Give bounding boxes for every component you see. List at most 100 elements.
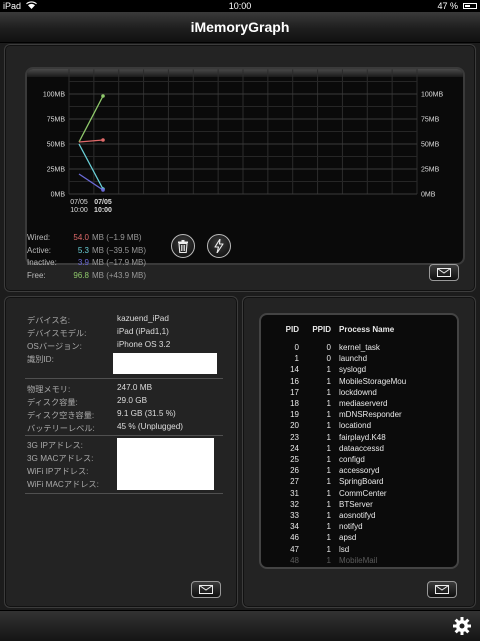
series-point: [101, 94, 105, 98]
process-name-cell: MobileMail: [339, 555, 378, 565]
process-name-cell: configd: [339, 455, 365, 464]
memory-value: 3.9: [77, 258, 89, 267]
device-model-value: iPad (iPad1,1): [117, 327, 169, 336]
redacted-addresses: [117, 438, 214, 490]
disk-capacity-label: ディスク容量:: [27, 398, 78, 407]
battery-level-label: バッテリーレベル:: [27, 424, 95, 433]
divider: [25, 378, 223, 379]
redacted-identifier: [113, 353, 217, 374]
y-tick-label-right: 100MB: [421, 92, 444, 99]
pid-cell: 18: [290, 399, 299, 408]
memory-row-active: Active: 5.3 MB (−39.5 MB): [27, 245, 146, 258]
disk-capacity-value: 29.0 GB: [117, 396, 148, 405]
y-tick-label-right: 75MB: [421, 117, 440, 124]
ppid-cell: 1: [326, 544, 331, 554]
ppid-cell: 0: [326, 343, 331, 352]
process-name-cell: apsd: [339, 533, 357, 543]
process-name-cell: SpringBoard: [339, 477, 384, 487]
process-name-cell: CommCenter: [339, 488, 387, 498]
memory-delta: MB (+43.9 MB): [92, 270, 147, 280]
pid-cell: 32: [290, 499, 299, 509]
x-tick-time: 10:00: [70, 207, 88, 214]
email-button[interactable]: [191, 581, 221, 598]
ppid-cell: 1: [326, 555, 331, 565]
ppid-cell: 1: [326, 399, 331, 408]
y-tick-label-right: 0MB: [421, 192, 436, 199]
memory-row-wired: Wired: 54.0 MB (−1.9 MB): [27, 232, 146, 245]
pid-cell: 0: [294, 343, 299, 352]
envelope-icon: [437, 268, 451, 277]
process-name-cell: lsd: [339, 544, 350, 554]
divider: [25, 435, 223, 436]
email-button[interactable]: [427, 581, 457, 598]
memory-delta: MB (−39.5 MB): [92, 245, 147, 255]
process-name-cell: kernel_task: [339, 343, 380, 352]
process-name-header: Process Name: [339, 325, 395, 334]
pid-cell: 25: [290, 455, 299, 464]
process-name-cell: fairplayd.K48: [339, 432, 386, 442]
process-name-cell: locationd: [339, 421, 372, 431]
settings-gear-icon[interactable]: [452, 616, 472, 636]
ppid-cell: 1: [326, 466, 331, 476]
ppid-cell: 1: [326, 387, 331, 397]
ppid-header: PPID: [312, 325, 331, 334]
process-name-cell: BTServer: [339, 499, 373, 509]
pid-cell: 27: [290, 477, 299, 487]
ppid-cell: 1: [326, 499, 331, 509]
pid-cell: 19: [290, 410, 299, 420]
ppid-cell: 1: [326, 365, 331, 375]
x-tick-date: 07/05: [94, 199, 112, 206]
ppid-cell: 0: [326, 354, 331, 364]
series-line: [78, 139, 104, 143]
memory-delta: MB (−1.9 MB): [92, 233, 142, 242]
battery-level-value: 45 % (Unplugged): [117, 422, 183, 431]
ppid-cell: 1: [326, 410, 331, 420]
y-tick-label-left: 75MB: [47, 117, 66, 124]
pid-cell: 20: [290, 421, 299, 431]
memory-label: Inactive:: [27, 258, 57, 267]
physical-memory-value: 247.0 MB: [117, 383, 153, 392]
pid-cell: 16: [290, 376, 299, 386]
y-tick-label-right: 25MB: [421, 167, 440, 174]
ppid-cell: 1: [326, 522, 331, 532]
trash-icon: [178, 239, 188, 253]
ppid-cell: 1: [326, 477, 331, 487]
disk-free-value: 9.1 GB (31.5 %): [117, 409, 176, 418]
ppid-cell: 1: [326, 432, 331, 442]
pid-cell: 31: [290, 488, 299, 498]
email-button[interactable]: [429, 264, 459, 281]
ppid-cell: 1: [326, 488, 331, 498]
memory-label: Active:: [27, 245, 52, 255]
wifi-mac-label: WiFi MACアドレス:: [27, 480, 99, 489]
pid-cell: 33: [290, 511, 299, 520]
battery-percent: 47 %: [437, 1, 458, 11]
navigation-bar: iMemoryGraph: [0, 12, 480, 43]
process-name-cell: MobileStorageMou: [339, 376, 407, 386]
y-tick-label-left: 0MB: [51, 192, 66, 199]
memory-value: 54.0: [73, 233, 89, 242]
flash-button[interactable]: [207, 234, 231, 258]
memory-value: 5.3: [77, 245, 89, 255]
pid-cell: 17: [290, 387, 299, 397]
trash-button[interactable]: [171, 234, 195, 258]
process-name-cell: dataaccessd: [339, 443, 384, 453]
ppid-cell: 1: [326, 421, 331, 431]
pid-cell: 46: [290, 533, 299, 543]
process-panel: PID PPID Process Name 0 0 kernel_task 1 0 lau…: [242, 296, 476, 608]
ppid-cell: 1: [326, 455, 331, 464]
memory-row-free: Free: 96.8 MB (+43.9 MB): [27, 270, 146, 283]
os-version-value: iPhone OS 3.2: [117, 340, 171, 349]
process-name-cell: notifyd: [339, 522, 363, 532]
x-tick-date: 07/05: [70, 199, 88, 206]
memory-row-inactive: Inactive: 3.9 MB (−17.9 MB): [27, 257, 146, 270]
pid-cell: 48: [290, 555, 299, 565]
app-title: iMemoryGraph: [190, 19, 290, 35]
process-name-cell: mediaserverd: [339, 399, 388, 408]
divider: [25, 493, 223, 494]
memory-value: 96.8: [73, 270, 89, 280]
bottom-toolbar: [0, 610, 480, 641]
pid-header: PID: [285, 325, 299, 334]
process-name-cell: syslogd: [339, 365, 367, 375]
pid-cell: 26: [290, 466, 299, 476]
process-list[interactable]: PID PPID Process Name 0 0 kernel_task 1 0 lau…: [259, 313, 459, 569]
